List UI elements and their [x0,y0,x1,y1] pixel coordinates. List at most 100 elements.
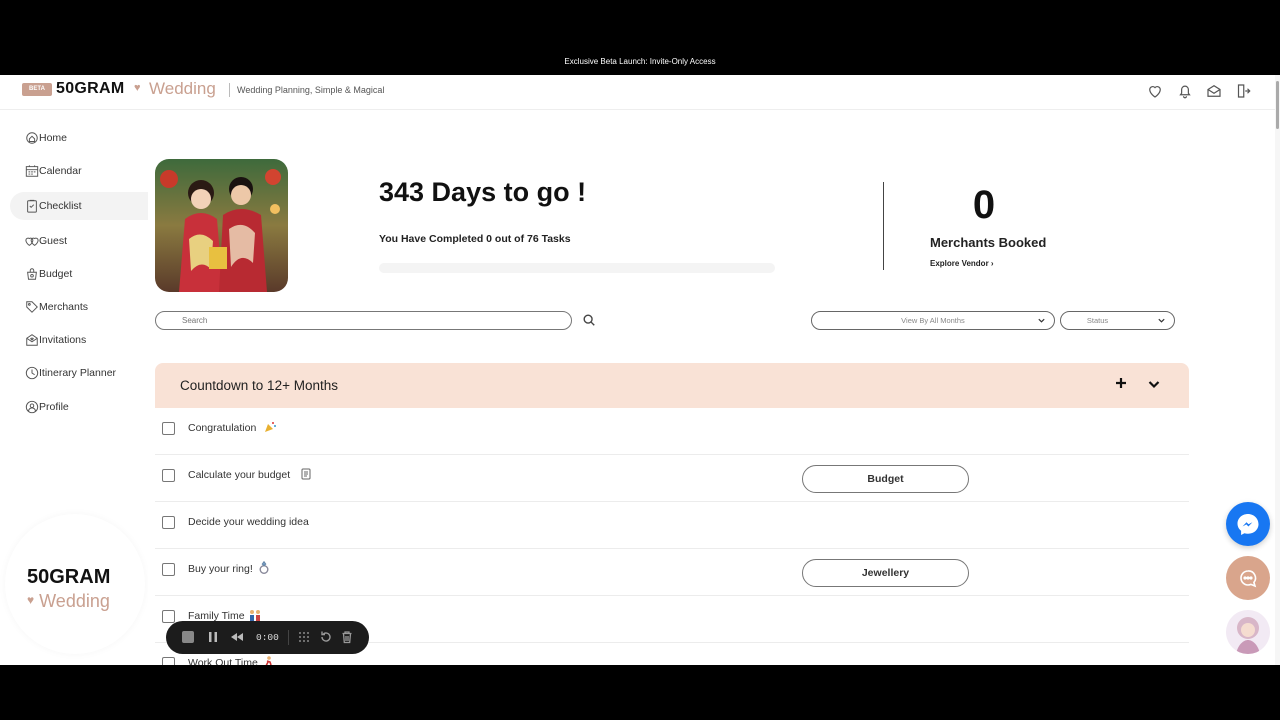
sidebar-item-merchants[interactable]: Merchants [10,293,148,321]
recording-timer: 0:00 [256,632,279,643]
stop-recording-icon[interactable] [181,630,195,644]
section-title: Countdown to 12+ Months [180,378,338,393]
invitations-icon [26,334,38,346]
sidebar: Home Calendar Checklist Guest Budget Mer… [0,110,148,665]
sidebar-item-label: Profile [39,401,69,413]
sidebar-item-calendar[interactable]: Calendar [10,157,148,185]
merchants-icon [26,301,38,313]
search-icon[interactable] [582,313,596,327]
sidebar-logo-sub-text: Wedding [39,591,110,611]
merchants-booked-label: Merchants Booked [930,235,1047,250]
ring-icon [259,561,269,574]
sidebar-item-budget[interactable]: Budget [10,260,148,288]
letterbox-bottom [0,665,1280,720]
task-row: Calculate your budget Budget [155,455,1189,502]
runner-icon [265,656,272,665]
sidebar-item-itinerary[interactable]: Itinerary Planner [10,359,148,387]
task-label: Work Out Time [188,657,258,665]
task-label: Buy your ring! [188,563,253,575]
sidebar-logo: 50GRAM ♥ Wedding [5,514,145,654]
task-label: Calculate your budget [188,469,291,481]
profile-icon [25,400,39,414]
chat-support-button[interactable] [1226,556,1270,600]
sidebar-logo-sub: ♥ Wedding [27,591,110,612]
beta-badge: BETA [22,83,52,96]
task-checkbox[interactable] [162,657,175,665]
page-scrollbar[interactable] [1275,75,1280,665]
explore-vendor-link[interactable]: Explore Vendor › [930,259,994,268]
task-checkbox[interactable] [162,610,175,623]
heart-icon: ♥ [27,593,35,607]
sidebar-item-label: Guest [39,235,68,247]
sidebar-item-invitations[interactable]: Invitations [10,326,148,354]
scroll-icon [301,468,311,480]
messenger-button[interactable] [1226,502,1270,546]
task-checkbox[interactable] [162,516,175,529]
family-icon [250,610,260,621]
task-checkbox[interactable] [162,563,175,576]
tasks-progress-bar [379,263,775,273]
brand-logo-sub[interactable]: Wedding [149,79,216,99]
brand-heart-icon: ♥ [134,82,141,94]
guest-icon [25,237,39,246]
task-row: Congratulation [155,408,1189,455]
task-label: Decide your wedding idea [188,516,309,528]
sidebar-item-label: Itinerary Planner [39,367,117,379]
days-to-go: 343 Days to go ! [379,177,587,207]
search-input[interactable] [155,311,572,330]
mail-icon[interactable] [1205,82,1223,100]
brand-tagline: Wedding Planning, Simple & Magical [237,85,385,95]
brand-logo-text[interactable]: 50GRAM [56,80,124,98]
scrollbar-thumb[interactable] [1276,81,1279,129]
sidebar-item-label: Invitations [39,334,87,346]
view-by-months-select[interactable]: View By All Months [811,311,1055,330]
couple-photo-illustration [155,159,288,292]
chevron-down-icon [1158,318,1165,323]
calendar-icon [25,165,39,177]
sidebar-item-home[interactable]: Home [10,124,148,152]
tasks-completed-text: You Have Completed 0 out of 76 Tasks [379,233,571,245]
sidebar-item-label: Home [39,132,68,144]
sidebar-item-label: Budget [39,268,73,280]
sidebar-item-guest[interactable]: Guest [10,227,148,255]
budget-button[interactable]: Budget [802,465,969,493]
brand-separator [229,83,230,97]
screen-recorder-toolbar: 0:00 [166,621,369,654]
home-icon [26,132,38,144]
assistant-avatar-button[interactable] [1226,610,1270,654]
heart-icon[interactable] [1146,82,1164,100]
jewellery-button[interactable]: Jewellery [802,559,969,587]
task-checkbox[interactable] [162,469,175,482]
budget-icon [27,268,37,280]
section-header[interactable]: Countdown to 12+ Months [155,363,1189,408]
party-popper-icon [265,422,276,432]
beta-banner: Exclusive Beta Launch: Invite-Only Acces… [564,57,716,66]
logout-icon[interactable] [1234,82,1252,100]
main-content: 343 Days to go ! You Have Completed 0 ou… [148,110,1280,665]
sidebar-item-profile[interactable]: Profile [10,393,148,421]
sidebar-logo-main: 50GRAM [27,566,111,588]
sidebar-item-label: Merchants [39,301,89,313]
task-row: Decide your wedding idea [155,502,1189,549]
assistant-avatar [1236,617,1260,654]
pause-icon[interactable] [206,630,220,644]
bell-icon[interactable] [1176,82,1194,100]
sidebar-item-checklist[interactable]: Checklist [10,192,148,220]
toolbar-separator [288,630,289,645]
grid-drag-icon[interactable] [297,630,311,644]
add-task-icon[interactable] [1113,375,1129,391]
collapse-chevron-icon[interactable] [1147,377,1161,391]
trash-icon[interactable] [340,630,354,644]
task-label: Congratulation [188,422,257,434]
messenger-icon [1237,514,1259,535]
task-row: Buy your ring! Jewellery [155,549,1189,596]
status-value: Status [1086,316,1109,325]
couple-photo [155,159,288,292]
status-select[interactable]: Status [1060,311,1175,330]
restart-icon[interactable] [319,630,333,644]
task-checkbox[interactable] [162,422,175,435]
rewind-icon[interactable] [230,630,244,644]
chevron-down-icon [1038,318,1045,323]
view-by-months-value: View By All Months [901,316,965,325]
top-header: BETA 50GRAM ♥ Wedding Wedding Planning, … [0,75,1280,110]
